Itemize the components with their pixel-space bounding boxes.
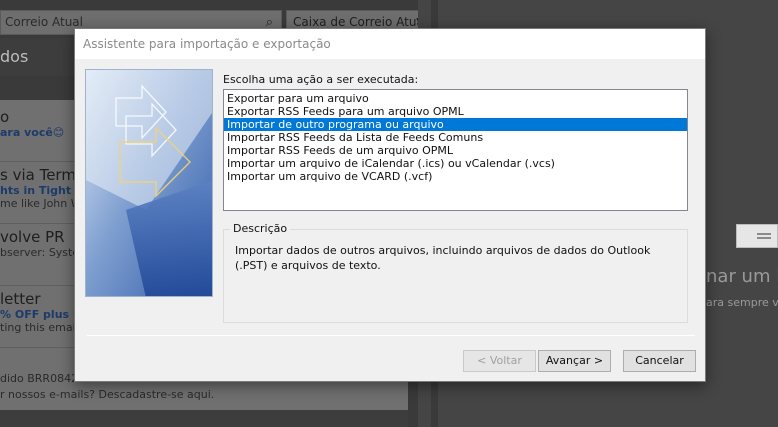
back-button[interactable]: < Voltar	[463, 350, 536, 372]
description-legend: Descrição	[230, 222, 291, 235]
envelope-icon	[736, 224, 778, 248]
divider	[87, 335, 695, 336]
next-button[interactable]: Avançar >	[538, 350, 611, 372]
action-listbox[interactable]: Exportar para um arquivo Exportar RSS Fee…	[223, 89, 688, 211]
dialog-title: Assistente para importação e exportação	[75, 29, 705, 59]
search-input-text: Correio Atual	[5, 15, 83, 29]
reading-pane-subtitle: ara sempre vis	[706, 296, 778, 309]
action-option[interactable]: Importar de outro programa ou arquivo	[224, 118, 687, 131]
list-item-preview: r nossos e-mails? Descadastre-se aqui.	[0, 388, 215, 401]
action-option[interactable]: Importar RSS Feeds da Lista de Feeds Com…	[224, 131, 687, 144]
action-option[interactable]: Importar um arquivo de iCalendar (.ics) …	[224, 157, 687, 170]
action-option[interactable]: Exportar para um arquivo	[224, 92, 687, 105]
action-option[interactable]: Importar RSS Feeds de um arquivo OPML	[224, 144, 687, 157]
search-scope-label: Caixa de Correio Atual	[293, 15, 428, 29]
wizard-illustration	[85, 69, 213, 297]
import-export-wizard-dialog: Assistente para importação e exportação	[74, 28, 706, 382]
description-group: Descrição Importar dados de outros arqui…	[223, 222, 688, 323]
status-strip	[0, 410, 408, 427]
description-text: Importar dados de outros arquivos, inclu…	[235, 244, 651, 272]
action-prompt-label: Escolha uma ação a ser executada:	[223, 73, 419, 86]
action-option[interactable]: Importar um arquivo de VCARD (.vcf)	[224, 170, 687, 183]
cancel-button[interactable]: Cancelar	[623, 350, 696, 372]
action-option[interactable]: Exportar RSS Feeds para um arquivo OPML	[224, 105, 687, 118]
reading-pane-title: nar um ite	[706, 266, 778, 287]
